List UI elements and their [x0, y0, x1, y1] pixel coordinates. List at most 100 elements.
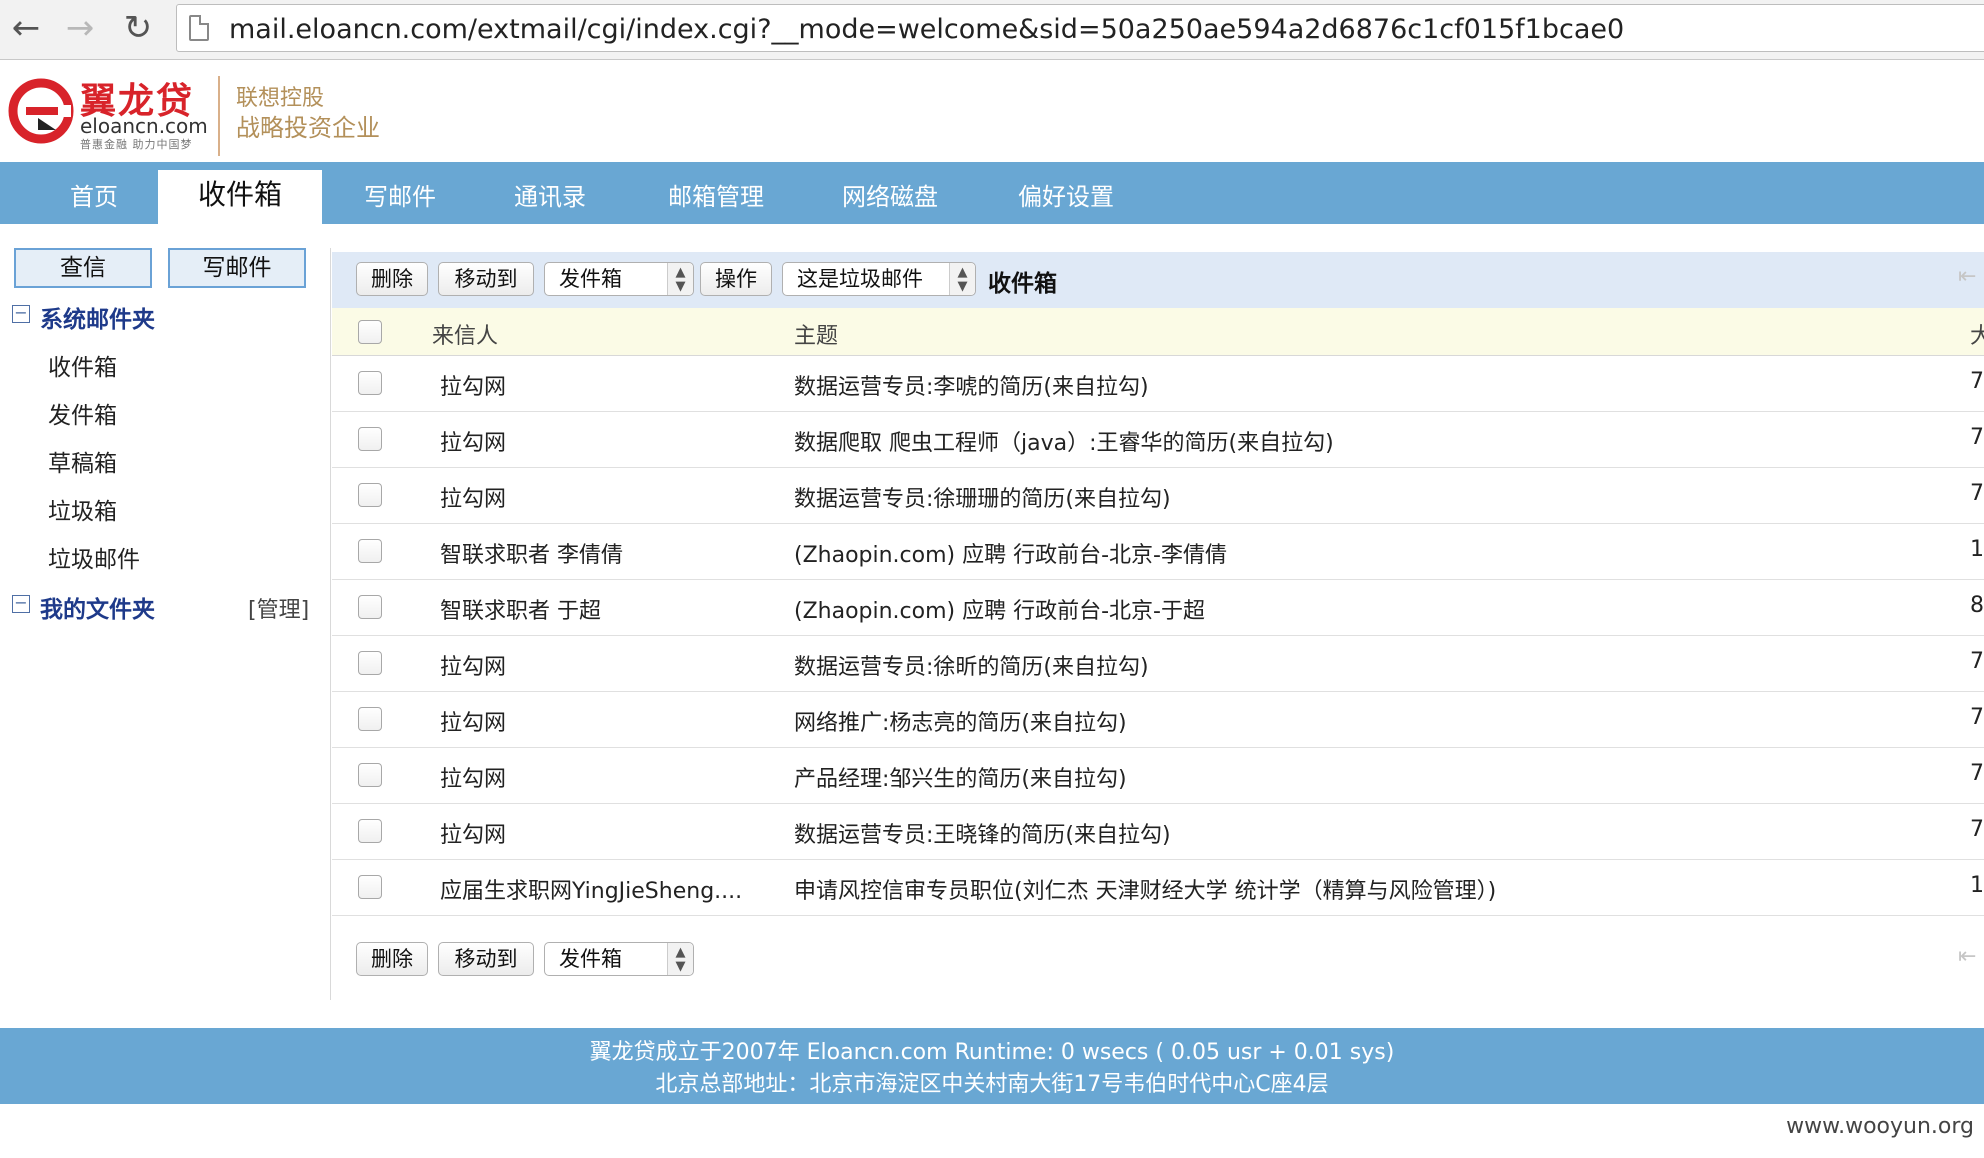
- browser-toolbar: ← → ↻ mail.eloancn.com/extmail/cgi/index…: [0, 0, 1984, 60]
- select-arrows-icon: ▲ ▼: [667, 943, 693, 975]
- move-to-button[interactable]: 移动到: [438, 262, 534, 296]
- nav-inbox[interactable]: 收件箱: [158, 170, 322, 224]
- url-text[interactable]: mail.eloancn.com/extmail/cgi/index.cgi?_…: [229, 14, 1624, 45]
- nav-mailbox-settings[interactable]: 邮箱管理: [656, 162, 776, 224]
- forward-arrow-icon[interactable]: →: [60, 8, 100, 48]
- row-size: 7: [1970, 481, 1984, 506]
- table-row[interactable]: 智联求职者 于超 (Zhaopin.com) 应聘 行政前台-北京-于超 8: [332, 580, 1984, 636]
- row-from[interactable]: 拉勾网: [440, 481, 506, 513]
- row-subject[interactable]: 数据运营专员:王晓锋的简历(来自拉勾): [794, 817, 1171, 849]
- column-subject[interactable]: 主题: [794, 318, 838, 350]
- address-bar[interactable]: mail.eloancn.com/extmail/cgi/index.cgi?_…: [176, 4, 1984, 52]
- nav-contacts[interactable]: 通讯录: [500, 162, 600, 224]
- folder-trash[interactable]: 垃圾箱: [48, 492, 117, 526]
- nav-compose[interactable]: 写邮件: [350, 162, 450, 224]
- table-row[interactable]: 拉勾网 网络推广:杨志亮的简历(来自拉勾) 7: [332, 692, 1984, 748]
- manage-folders-link[interactable]: [管理]: [248, 592, 309, 624]
- row-checkbox[interactable]: [358, 539, 382, 563]
- spam-select-value: 这是垃圾邮件: [797, 267, 923, 291]
- row-size: 7: [1970, 369, 1984, 394]
- reload-icon[interactable]: ↻: [118, 8, 158, 48]
- logo-divider: [218, 76, 220, 156]
- row-size: 7: [1970, 761, 1984, 786]
- column-from[interactable]: 来信人: [432, 318, 498, 350]
- row-subject[interactable]: 数据运营专员:徐昕的简历(来自拉勾): [794, 649, 1149, 681]
- row-subject[interactable]: 数据爬取 爬虫工程师（java）:王睿华的简历(来自拉勾): [794, 425, 1334, 457]
- row-checkbox[interactable]: [358, 763, 382, 787]
- table-row[interactable]: 应届生求职网YingJieSheng.... 申请风控信审专员职位(刘仁杰 天津…: [332, 860, 1984, 916]
- brand-tagline-2: 战略投资企业: [236, 114, 380, 142]
- table-row[interactable]: 智联求职者 李倩倩 (Zhaopin.com) 应聘 行政前台-北京-李倩倩 1: [332, 524, 1984, 580]
- collapse-icon[interactable]: −: [12, 595, 30, 613]
- row-subject[interactable]: 数据运营专员:徐珊珊的简历(来自拉勾): [794, 481, 1171, 513]
- row-size: 7: [1970, 705, 1984, 730]
- collapse-icon[interactable]: −: [12, 305, 30, 323]
- compose-button[interactable]: 写邮件: [168, 248, 306, 288]
- row-checkbox[interactable]: [358, 819, 382, 843]
- table-row[interactable]: 拉勾网 数据运营专员:王晓锋的简历(来自拉勾) 7: [332, 804, 1984, 860]
- row-checkbox[interactable]: [358, 371, 382, 395]
- footer-runtime: 翼龙贷成立于2007年 Eloancn.com Runtime: 0 wsecs…: [589, 1040, 1395, 1065]
- row-from[interactable]: 拉勾网: [440, 761, 506, 793]
- move-to-button[interactable]: 移动到: [438, 942, 534, 976]
- sidebar-divider: [330, 248, 331, 1000]
- row-from[interactable]: 智联求职者 李倩倩: [440, 537, 623, 569]
- row-checkbox[interactable]: [358, 427, 382, 451]
- footer-address: 北京总部地址：北京市海淀区中关村南大街17号韦伯时代中心C座4层: [655, 1072, 1329, 1097]
- row-subject[interactable]: 网络推广:杨志亮的简历(来自拉勾): [794, 705, 1127, 737]
- row-from[interactable]: 应届生求职网YingJieSheng....: [440, 873, 742, 905]
- folder-drafts[interactable]: 草稿箱: [48, 444, 117, 478]
- row-from[interactable]: 拉勾网: [440, 817, 506, 849]
- row-from[interactable]: 拉勾网: [440, 369, 506, 401]
- page-icon: [189, 15, 209, 41]
- row-size: 1: [1970, 873, 1984, 898]
- row-from[interactable]: 智联求职者 于超: [440, 593, 601, 625]
- column-size[interactable]: 大: [1970, 318, 1984, 350]
- move-target-value: 发件箱: [559, 267, 622, 291]
- delete-button[interactable]: 删除: [356, 262, 428, 296]
- move-target-select[interactable]: 发件箱 ▲ ▼: [544, 262, 694, 296]
- row-size: 7: [1970, 425, 1984, 450]
- select-arrows-icon: ▲ ▼: [667, 263, 693, 295]
- back-arrow-icon[interactable]: ←: [6, 8, 46, 48]
- row-subject[interactable]: (Zhaopin.com) 应聘 行政前台-北京-李倩倩: [794, 537, 1227, 569]
- nav-home[interactable]: 首页: [48, 162, 140, 224]
- select-all-checkbox[interactable]: [358, 320, 382, 344]
- row-checkbox[interactable]: [358, 651, 382, 675]
- row-subject[interactable]: 申请风控信审专员职位(刘仁杰 天津财经大学 统计学（精算与风险管理）): [794, 873, 1496, 905]
- table-header: 来信人 主题 大: [332, 308, 1984, 356]
- row-checkbox[interactable]: [358, 483, 382, 507]
- row-subject[interactable]: (Zhaopin.com) 应聘 行政前台-北京-于超: [794, 593, 1205, 625]
- row-from[interactable]: 拉勾网: [440, 649, 506, 681]
- row-from[interactable]: 拉勾网: [440, 425, 506, 457]
- folder-inbox[interactable]: 收件箱: [48, 348, 117, 382]
- row-checkbox[interactable]: [358, 595, 382, 619]
- spam-select[interactable]: 这是垃圾邮件 ▲ ▼: [782, 262, 976, 296]
- table-row[interactable]: 拉勾网 数据运营专员:徐珊珊的简历(来自拉勾) 7: [332, 468, 1984, 524]
- nav-preferences[interactable]: 偏好设置: [1006, 162, 1126, 224]
- system-folders-title[interactable]: 系统邮件夹: [40, 300, 155, 334]
- folder-sent[interactable]: 发件箱: [48, 396, 117, 430]
- table-row[interactable]: 拉勾网 数据爬取 爬虫工程师（java）:王睿华的简历(来自拉勾) 7: [332, 412, 1984, 468]
- row-size: 1: [1970, 537, 1984, 562]
- row-checkbox[interactable]: [358, 707, 382, 731]
- first-page-icon[interactable]: ⇤: [1958, 264, 1980, 290]
- move-target-value: 发件箱: [559, 947, 622, 971]
- row-subject[interactable]: 产品经理:邹兴生的简历(来自拉勾): [794, 761, 1127, 793]
- table-row[interactable]: 拉勾网 产品经理:邹兴生的简历(来自拉勾) 7: [332, 748, 1984, 804]
- table-row[interactable]: 拉勾网 数据运营专员:徐昕的简历(来自拉勾) 7: [332, 636, 1984, 692]
- site-header: 翼龙贷 eloancn.com 普惠金融 助力中国梦 联想控股 战略投资企业: [0, 62, 1984, 162]
- action-button[interactable]: 操作: [700, 262, 772, 296]
- table-row[interactable]: 拉勾网 数据运营专员:李唬的简历(来自拉勾) 7: [332, 356, 1984, 412]
- site-footer: 翼龙贷成立于2007年 Eloancn.com Runtime: 0 wsecs…: [0, 1028, 1984, 1104]
- my-folders-title[interactable]: 我的文件夹: [40, 590, 155, 624]
- folder-spam[interactable]: 垃圾邮件: [48, 540, 140, 574]
- row-checkbox[interactable]: [358, 875, 382, 899]
- first-page-icon[interactable]: ⇤: [1958, 944, 1980, 970]
- row-subject[interactable]: 数据运营专员:李唬的简历(来自拉勾): [794, 369, 1149, 401]
- check-mail-button[interactable]: 查信: [14, 248, 152, 288]
- delete-button[interactable]: 删除: [356, 942, 428, 976]
- move-target-select[interactable]: 发件箱 ▲ ▼: [544, 942, 694, 976]
- nav-network-disk[interactable]: 网络磁盘: [830, 162, 950, 224]
- row-from[interactable]: 拉勾网: [440, 705, 506, 737]
